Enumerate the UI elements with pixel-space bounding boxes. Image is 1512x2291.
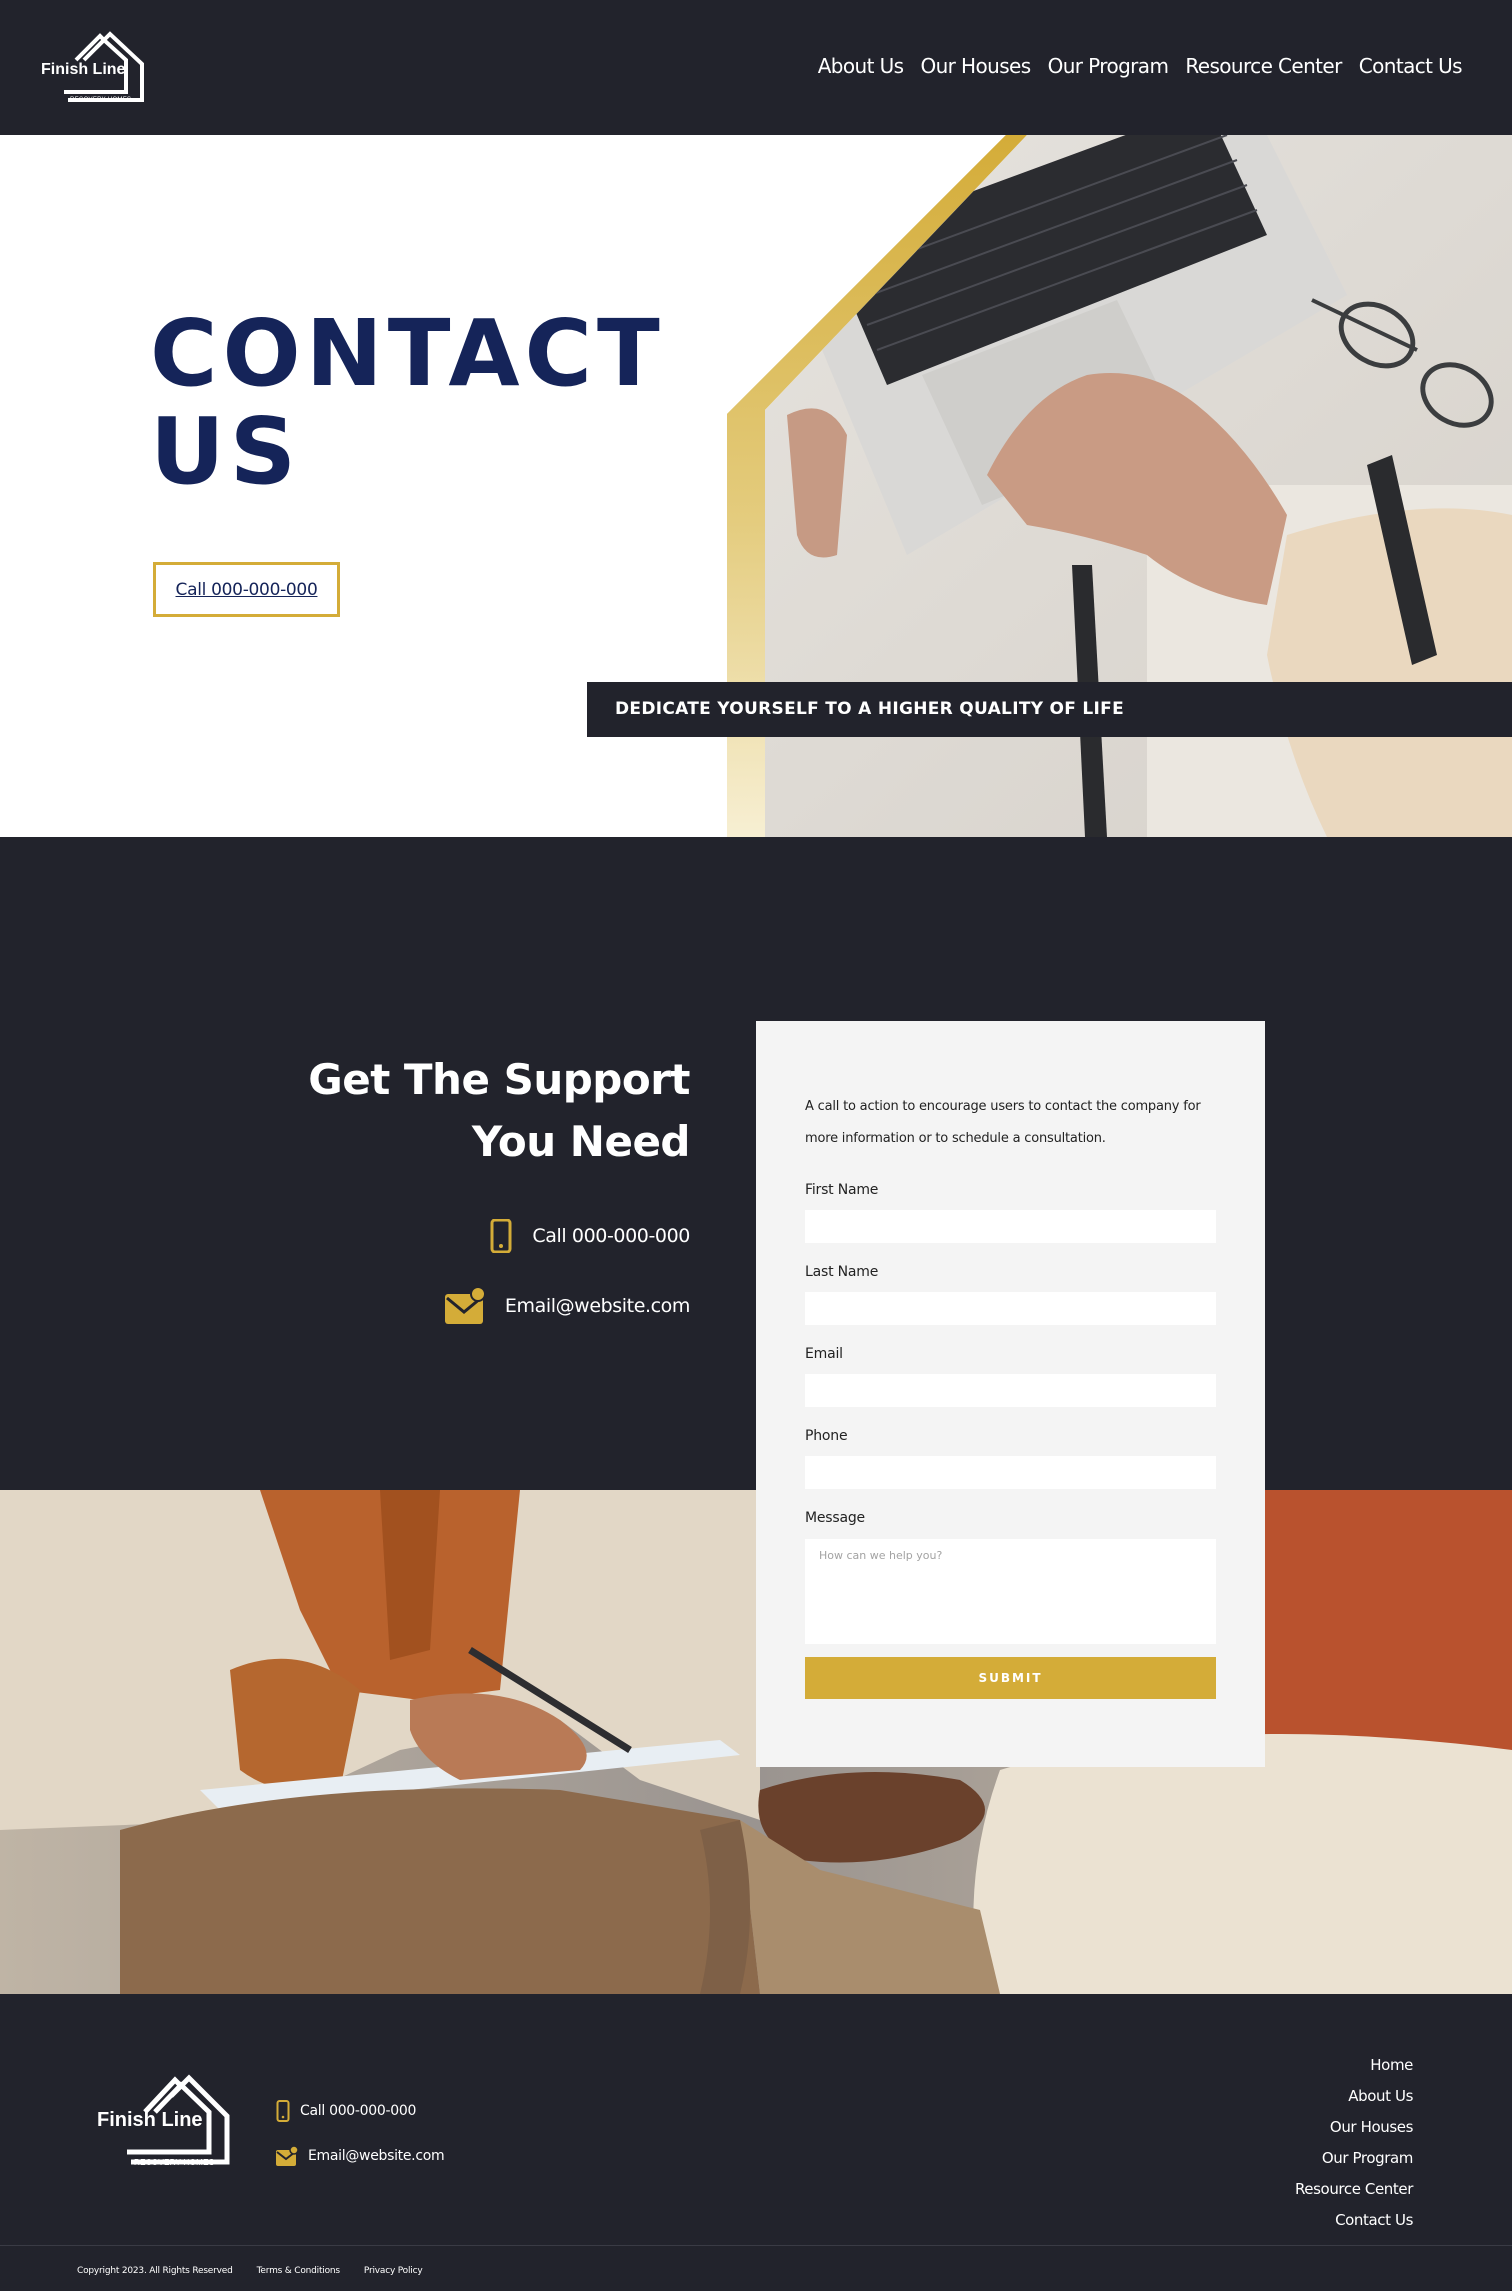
page-title-line-2: US bbox=[150, 398, 301, 505]
footer-logo-subtext: RECOVERY HOMES bbox=[134, 2158, 215, 2167]
email-label: Email bbox=[805, 1346, 843, 1362]
support-heading-line-2: You Need bbox=[471, 1117, 691, 1166]
footer-nav-our-program[interactable]: Our Program bbox=[1295, 2143, 1414, 2174]
footer-logo[interactable]: Finish Line RECOVERY HOMES bbox=[97, 2072, 237, 2172]
footer-nav-home[interactable]: Home bbox=[1295, 2050, 1413, 2081]
support-heading-line-1: Get The Support bbox=[308, 1055, 690, 1104]
hero-section: CONTACT US Call 000-000-000 DEDICATE YOU… bbox=[0, 135, 1512, 837]
hero-tagline: DEDICATE YOURSELF TO A HIGHER QUALITY OF… bbox=[615, 699, 1125, 719]
footer-nav-resource-center[interactable]: Resource Center bbox=[1295, 2174, 1413, 2205]
nav-our-program[interactable]: Our Program bbox=[1048, 54, 1169, 78]
footer-nav-contact-us[interactable]: Contact Us bbox=[1295, 2205, 1413, 2236]
footer-phone[interactable]: Call 000-000-000 bbox=[276, 2100, 416, 2122]
phone-icon bbox=[276, 2100, 290, 2122]
footer-email[interactable]: Email@website.com bbox=[276, 2146, 445, 2166]
nav-our-houses[interactable]: Our Houses bbox=[920, 54, 1031, 78]
footer-logo-text: Finish Line bbox=[97, 2109, 203, 2131]
logo-subtext: RECOVERY HOMES bbox=[70, 97, 132, 103]
copyright-text: Copyright 2023. All Rights Reserved bbox=[77, 2266, 233, 2276]
email-icon bbox=[444, 1288, 485, 1324]
nav-contact-us[interactable]: Contact Us bbox=[1359, 54, 1463, 78]
contact-phone-text: Call 000-000-000 bbox=[532, 1225, 690, 1247]
footer-email-text: Email@website.com bbox=[308, 2148, 445, 2164]
site-header: Finish Line RECOVERY HOMES About Us Our … bbox=[0, 0, 1512, 135]
phone-icon bbox=[490, 1219, 512, 1253]
footer-nav: Home About Us Our Houses Our Program Res… bbox=[1295, 2050, 1413, 2236]
first-name-field[interactable] bbox=[805, 1210, 1216, 1243]
phone-field[interactable] bbox=[805, 1456, 1216, 1489]
footer-legal: Copyright 2023. All Rights Reserved Term… bbox=[77, 2266, 423, 2276]
footer-nav-about-us[interactable]: About Us bbox=[1295, 2081, 1413, 2112]
nav-about-us[interactable]: About Us bbox=[818, 54, 904, 78]
nav-resource-center[interactable]: Resource Center bbox=[1185, 54, 1342, 78]
first-name-label: First Name bbox=[805, 1182, 879, 1198]
email-icon bbox=[276, 2146, 298, 2166]
contact-email-text: Email@website.com bbox=[504, 1295, 691, 1317]
submit-button[interactable]: SUBMIT bbox=[805, 1657, 1216, 1699]
hero-tagline-banner: DEDICATE YOURSELF TO A HIGHER QUALITY OF… bbox=[587, 682, 1512, 737]
message-field[interactable] bbox=[805, 1539, 1216, 1644]
logo-text: Finish Line bbox=[41, 61, 126, 78]
email-field[interactable] bbox=[805, 1374, 1216, 1407]
phone-label: Phone bbox=[805, 1428, 848, 1444]
last-name-label: Last Name bbox=[805, 1264, 879, 1280]
footer-nav-our-houses[interactable]: Our Houses bbox=[1295, 2112, 1413, 2143]
last-name-field[interactable] bbox=[805, 1292, 1216, 1325]
footer-phone-text: Call 000-000-000 bbox=[300, 2103, 417, 2119]
site-footer: Finish Line RECOVERY HOMES Call 000-000-… bbox=[0, 1994, 1512, 2291]
page-title-line-1: CONTACT bbox=[150, 300, 665, 407]
site-logo[interactable]: Finish Line RECOVERY HOMES bbox=[38, 30, 148, 106]
footer-divider bbox=[0, 2245, 1512, 2246]
contact-phone[interactable]: Call 000-000-000 bbox=[490, 1219, 690, 1253]
page-title: CONTACT US bbox=[150, 305, 665, 501]
main-nav: About Us Our Houses Our Program Resource… bbox=[818, 54, 1463, 78]
support-heading: Get The Support You Need bbox=[308, 1049, 690, 1173]
terms-link[interactable]: Terms & Conditions bbox=[257, 2266, 340, 2276]
form-intro-text: A call to action to encourage users to c… bbox=[805, 1099, 1201, 1146]
message-label: Message bbox=[805, 1510, 865, 1526]
privacy-link[interactable]: Privacy Policy bbox=[364, 2266, 423, 2276]
hero-call-button[interactable]: Call 000-000-000 bbox=[153, 562, 340, 617]
contact-email[interactable]: Email@website.com bbox=[444, 1288, 691, 1324]
contact-form: A call to action to encourage users to c… bbox=[756, 1021, 1265, 1767]
